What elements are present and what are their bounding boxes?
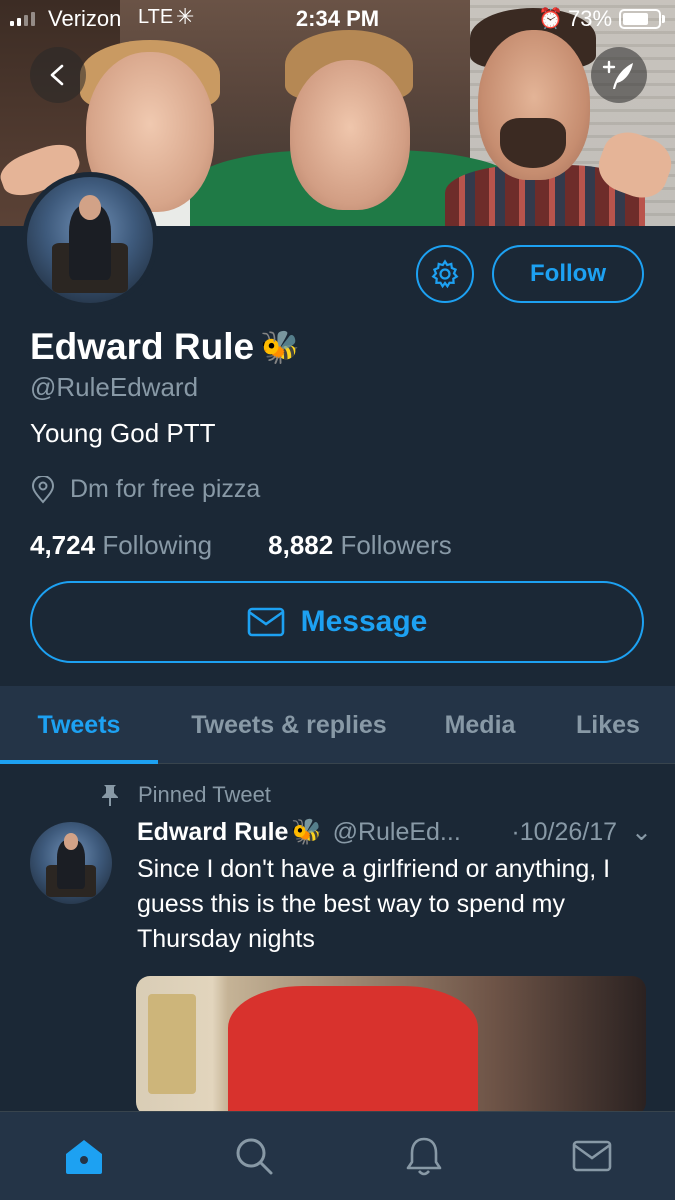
compose-tweet-button[interactable] (591, 47, 647, 103)
profile-avatar[interactable] (22, 172, 158, 308)
tweet-author-name[interactable]: Edward Rule (137, 818, 288, 847)
tweet-media-video[interactable] (136, 976, 646, 1116)
battery-cap (662, 15, 665, 23)
home-icon (66, 1140, 102, 1174)
followers-label: Followers (340, 530, 452, 560)
messages-envelope-icon (572, 1140, 612, 1172)
nav-home[interactable] (60, 1132, 108, 1180)
banner-person-beard (500, 118, 566, 168)
followers-stat[interactable]: 8,882 Followers (268, 530, 452, 561)
tweet-author-handle[interactable]: @RuleEd... (333, 818, 461, 847)
compose-feather-icon (602, 60, 633, 89)
bottom-nav-bar (0, 1111, 675, 1200)
nav-search[interactable] (230, 1132, 278, 1180)
tab-tweets[interactable]: Tweets (0, 686, 158, 764)
following-count: 4,724 (30, 530, 96, 560)
media-person-shirt (228, 986, 478, 1116)
battery-percent: 73% (568, 6, 613, 31)
active-tab-indicator (0, 760, 158, 764)
follow-stats: 4,724 Following 8,882 Followers (30, 530, 452, 561)
location-pin-icon (31, 475, 55, 504)
profile-bio: Young God PTT (30, 418, 216, 448)
tweet-header: Edward Rule 🐝 @RuleEd... ·10/26/17 ⌄ (137, 817, 652, 847)
display-name-text: Edward Rule (30, 326, 255, 367)
battery-level-fill (623, 13, 648, 25)
profile-tabs: Tweets Tweets & replies Media Likes (0, 686, 675, 764)
tab-tweets-replies[interactable]: Tweets & replies (166, 686, 412, 764)
gear-icon (431, 259, 459, 289)
location-text: Dm for free pizza (70, 475, 261, 503)
bee-emoji-icon: 🐝 (260, 329, 300, 365)
tab-likes[interactable]: Likes (548, 686, 668, 764)
follow-button[interactable]: Follow (492, 245, 644, 303)
following-label: Following (102, 530, 213, 560)
profile-location: Dm for free pizza (30, 475, 260, 504)
search-icon (236, 1138, 273, 1175)
pinned-tweet-label: Pinned Tweet (100, 782, 271, 808)
envelope-icon (247, 607, 284, 637)
settings-button[interactable] (416, 245, 474, 303)
message-button[interactable]: Message (30, 581, 644, 663)
light-switch-plate (148, 994, 196, 1094)
battery-icon (619, 9, 661, 29)
message-label: Message (300, 605, 428, 638)
back-button[interactable] (30, 47, 86, 103)
pinned-tweet-text: Pinned Tweet (138, 782, 271, 807)
nav-notifications[interactable] (400, 1132, 448, 1180)
tweet-date[interactable]: ·10/26/17 (511, 818, 617, 847)
profile-handle: @RuleEdward (30, 372, 199, 402)
nav-messages[interactable] (568, 1132, 616, 1180)
chevron-down-icon[interactable]: ⌄ (631, 817, 652, 847)
chevron-left-icon (50, 64, 64, 86)
following-stat[interactable]: 4,724 Following (30, 530, 212, 561)
followers-count: 8,882 (268, 530, 334, 560)
display-name: Edward Rule 🐝 (30, 326, 300, 368)
pin-icon (102, 785, 118, 806)
tweet-text: Since I don't have a girlfriend or anyth… (137, 855, 611, 953)
tweet-author-avatar[interactable] (30, 822, 112, 904)
banner-person-face (290, 60, 410, 210)
status-bar: Verizon LTE ✳ 2:34 PM ⏰ 73% (0, 0, 675, 38)
bee-emoji-icon: 🐝 (291, 817, 323, 846)
tab-media[interactable]: Media (420, 686, 540, 764)
notifications-bell-icon (406, 1137, 442, 1176)
alarm-icon: ⏰ (538, 8, 563, 30)
